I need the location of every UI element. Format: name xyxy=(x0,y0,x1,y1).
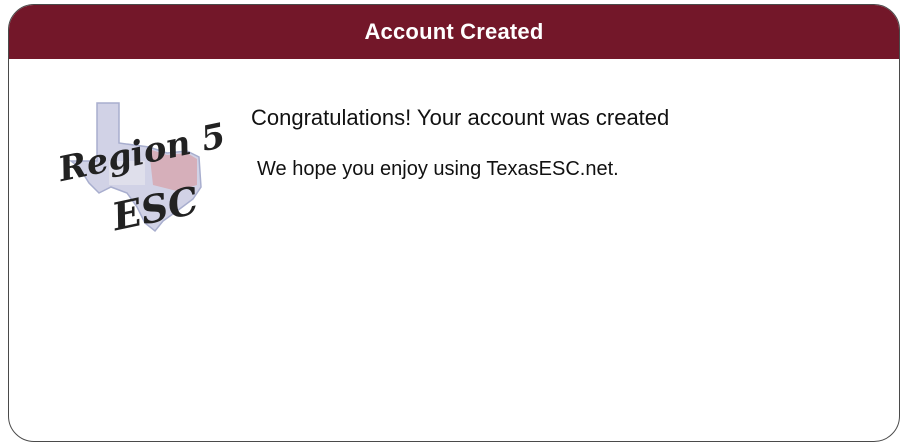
welcome-message: We hope you enjoy using TexasESC.net. xyxy=(257,158,619,180)
dialog-title: Account Created xyxy=(364,19,544,44)
dialog-title-bar: Account Created xyxy=(9,5,899,59)
congratulations-message: Congratulations! Your account was create… xyxy=(251,105,670,130)
region5-esc-logo-icon: Region 5 ESC xyxy=(54,102,225,235)
account-created-dialog: Account Created Region 5 ESC Congratulat… xyxy=(8,4,900,442)
